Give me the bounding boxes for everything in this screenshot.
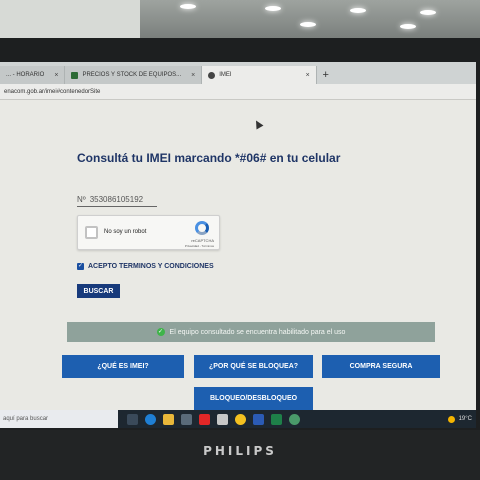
edge-icon[interactable] [145, 413, 156, 425]
recaptcha-label: No soy un robot [104, 229, 147, 235]
youtube-icon[interactable] [199, 413, 210, 425]
recaptcha-checkbox[interactable] [85, 226, 98, 239]
close-icon[interactable]: × [306, 72, 310, 79]
taskbar: aquí para buscar 19°C [0, 410, 476, 428]
imei-value: 353086105192 [89, 195, 144, 204]
tab-imei[interactable]: IMEI × [202, 66, 317, 84]
status-message: ✓ El equipo consultado se encuentra habi… [67, 322, 435, 342]
ceiling-light [420, 10, 436, 15]
ceiling-light [350, 8, 366, 13]
safe-purchase-button[interactable]: COMPRA SEGURA [322, 355, 440, 378]
tab-precios-stock[interactable]: PRECIOS Y STOCK DE EQUIPOS... × [65, 66, 203, 84]
what-is-imei-button[interactable]: ¿QUÉ ES IMEI? [62, 355, 184, 378]
search-button[interactable]: BUSCAR [77, 284, 120, 298]
close-icon[interactable]: × [191, 72, 195, 79]
terms-label: ACEPTO TERMINOS Y CONDICIONES [88, 263, 214, 270]
mouse-cursor-icon [252, 118, 264, 130]
app-icon[interactable] [289, 413, 300, 425]
screen: ... - HORARIO × PRECIOS Y STOCK DE EQUIP… [0, 62, 476, 428]
taskbar-search-placeholder: aquí para buscar [3, 416, 49, 422]
page-content: Consultá tu IMEI marcando *#06# en tu ce… [0, 100, 476, 410]
imei-prefix: Nº [77, 195, 86, 204]
file-explorer-icon[interactable] [163, 413, 174, 425]
tab-strip: ... - HORARIO × PRECIOS Y STOCK DE EQUIP… [0, 62, 476, 84]
ceiling-light [300, 22, 316, 27]
page-title: Consultá tu IMEI marcando *#06# en tu ce… [77, 151, 341, 165]
excel-icon[interactable] [271, 413, 282, 425]
ceiling-light [400, 24, 416, 29]
store-icon[interactable] [181, 413, 192, 425]
check-circle-icon: ✓ [156, 328, 165, 336]
status-text: El equipo consultado se encuentra habili… [169, 328, 346, 336]
terms-checkbox[interactable]: ✓ [77, 263, 84, 270]
tab-horario[interactable]: ... - HORARIO × [0, 66, 66, 84]
ceiling-light [265, 6, 281, 11]
block-unblock-button[interactable]: BLOQUEO/DESBLOQUEO [194, 387, 313, 410]
recaptcha-brand: reCAPTCHA [191, 238, 214, 243]
recaptcha-links[interactable]: Privacidad - Términos [185, 244, 214, 248]
tab-label: IMEI [219, 72, 232, 78]
taskbar-apps [127, 413, 300, 425]
task-view-icon[interactable] [127, 413, 138, 425]
app-icon[interactable] [217, 413, 228, 425]
system-tray: 19°C [447, 415, 476, 423]
address-bar[interactable]: enacom.gob.ar/imei#contenedorSite [0, 84, 476, 100]
imei-input[interactable]: Nº 353086105192 [77, 193, 157, 207]
sheets-icon [71, 71, 79, 79]
site-icon [208, 71, 216, 79]
taskbar-search[interactable]: aquí para buscar [0, 410, 118, 428]
chrome-icon[interactable] [235, 413, 246, 425]
why-blocked-button[interactable]: ¿POR QUÉ SE BLOQUEA? [194, 355, 313, 378]
terms-checkbox-row[interactable]: ✓ ACEPTO TERMINOS Y CONDICIONES [77, 263, 214, 270]
weather-icon [447, 415, 455, 423]
recaptcha-logo-icon [195, 221, 209, 235]
url-text: enacom.gob.ar/imei#contenedorSite [4, 88, 101, 95]
tab-label: ... - HORARIO [6, 72, 45, 78]
new-tab-button[interactable]: + [317, 66, 335, 84]
temperature[interactable]: 19°C [459, 416, 472, 422]
close-icon[interactable]: × [54, 72, 58, 79]
tab-label: PRECIOS Y STOCK DE EQUIPOS... [82, 72, 182, 78]
recaptcha-widget: No soy un robot reCAPTCHA Privacidad - T… [77, 215, 220, 250]
ceiling-light [180, 4, 196, 9]
monitor-brand: PHILIPS [203, 444, 277, 458]
word-icon[interactable] [253, 413, 264, 425]
